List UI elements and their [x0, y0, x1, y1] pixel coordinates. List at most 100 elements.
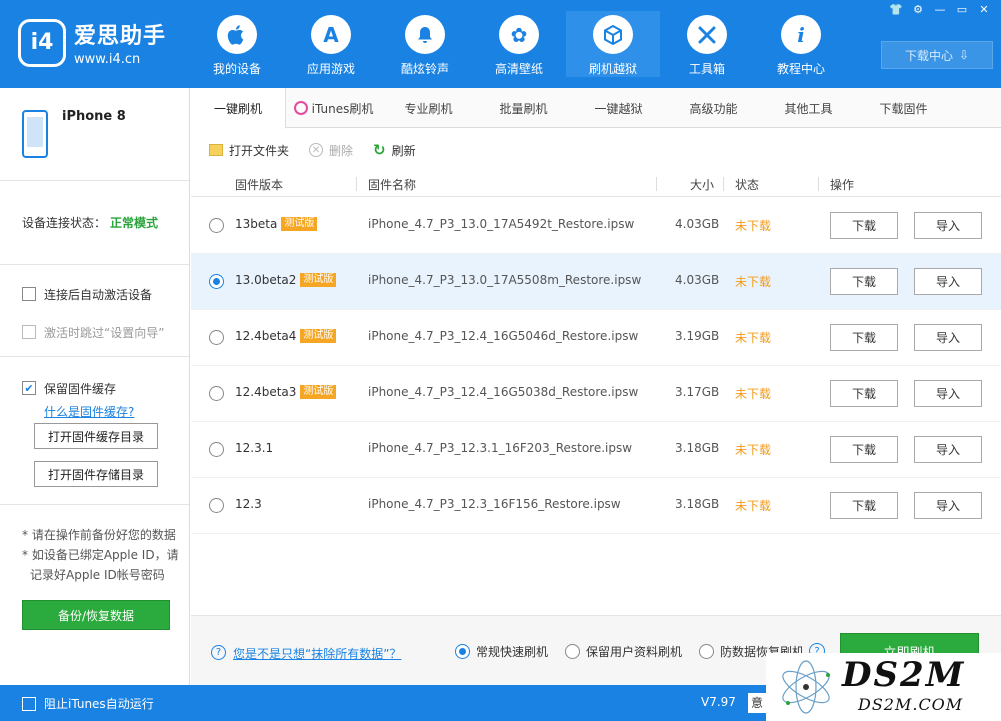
skin-icon[interactable]: 👕: [887, 2, 905, 18]
import-button[interactable]: 导入: [914, 492, 982, 519]
skip-setup-checkbox[interactable]: [22, 325, 36, 339]
nav-wallpapers[interactable]: ✿ 高清壁纸: [472, 11, 566, 77]
nav-toolbox[interactable]: 工具箱: [660, 11, 754, 77]
header-version: 固件版本: [235, 178, 284, 192]
delete-icon: ✕: [309, 143, 324, 157]
header: i4 爱思助手 www.i4.cn 我的设备 A 应用游戏 酷炫铃声 ✿ 高清壁…: [0, 0, 1001, 88]
import-button[interactable]: 导入: [914, 380, 982, 407]
app-url: www.i4.cn: [74, 52, 141, 67]
download-button[interactable]: 下载: [830, 268, 898, 295]
skip-setup-option[interactable]: 激活时跳过“设置向导”: [22, 319, 189, 345]
main-panel: 一键刷机 iTunes刷机 专业刷机 批量刷机 一键越狱 高级功能 其他工具 下…: [191, 88, 1001, 685]
table-row[interactable]: 12.4beta3 测试版 iPhone_4.7_P3_12.4_16G5038d_…: [191, 366, 1001, 422]
feedback-button[interactable]: 意: [748, 693, 766, 713]
table-row[interactable]: 13.0beta2 测试版 iPhone_4.7_P3_13.0_17A5508m_…: [191, 254, 1001, 310]
firmware-size: 3.19GB: [675, 329, 720, 343]
close-icon[interactable]: ✕: [975, 2, 993, 18]
app-name: 爱思助手: [74, 24, 167, 49]
firmware-radio[interactable]: [209, 498, 224, 513]
download-center-button[interactable]: 下载中心 ⇩: [881, 41, 993, 69]
main-nav: 我的设备 A 应用游戏 酷炫铃声 ✿ 高清壁纸 刷机越狱 工具箱 i 教程中心: [190, 11, 848, 77]
keep-cache-option[interactable]: ✔ 保留固件缓存: [22, 375, 189, 401]
activation-options: 连接后自动激活设备 激活时跳过“设置向导”: [0, 265, 189, 357]
mode-quick-radio[interactable]: [455, 644, 470, 659]
app-logo: i4 爱思助手 www.i4.cn: [18, 18, 166, 67]
tab-one-click-jailbreak[interactable]: 一键越狱: [571, 88, 666, 128]
maximize-icon[interactable]: ▭: [953, 2, 971, 18]
firmware-status: 未下载: [735, 499, 772, 513]
tab-one-click-flash[interactable]: 一键刷机: [191, 88, 286, 129]
tab-other-tools[interactable]: 其他工具: [761, 88, 856, 128]
app-store-icon: A: [311, 15, 351, 54]
nav-flash-jailbreak[interactable]: 刷机越狱: [566, 11, 660, 77]
mode-quick-flash[interactable]: 常规快速刷机: [455, 643, 548, 660]
table-row[interactable]: 13beta 测试版 iPhone_4.7_P3_13.0_17A5492t_Res…: [191, 198, 1001, 254]
minimize-icon[interactable]: —: [931, 2, 949, 18]
firmware-cache-section: ✔ 保留固件缓存 什么是固件缓存? 打开固件缓存目录 打开固件存储目录: [0, 357, 189, 505]
download-button[interactable]: 下载: [830, 212, 898, 239]
firmware-status: 未下载: [735, 219, 772, 233]
firmware-name: iPhone_4.7_P3_12.4_16G5046d_Restore.ipsw: [368, 329, 639, 343]
import-button[interactable]: 导入: [914, 268, 982, 295]
atom-logo-icon: [782, 660, 830, 714]
open-store-dir-button[interactable]: 打开固件存储目录: [34, 461, 158, 487]
phone-icon: [22, 110, 48, 158]
tab-batch-flash[interactable]: 批量刷机: [476, 88, 571, 128]
block-itunes-checkbox[interactable]: [22, 696, 36, 711]
nav-my-device[interactable]: 我的设备: [190, 11, 284, 77]
firmware-version: 12.3.1: [235, 441, 274, 455]
firmware-radio[interactable]: [209, 386, 224, 401]
open-cache-dir-button[interactable]: 打开固件缓存目录: [34, 423, 158, 449]
firmware-version: 12.4beta4 测试版: [235, 329, 337, 343]
download-button[interactable]: 下载: [830, 492, 898, 519]
block-itunes-option[interactable]: 阻止iTunes自动运行: [22, 695, 154, 712]
keep-cache-checkbox[interactable]: ✔: [22, 381, 36, 395]
firmware-size: 4.03GB: [675, 273, 720, 287]
flower-icon: ✿: [499, 15, 539, 54]
refresh-button[interactable]: ↻ 刷新: [373, 141, 416, 159]
firmware-radio[interactable]: [209, 218, 224, 233]
open-folder-button[interactable]: 打开文件夹: [209, 142, 289, 159]
firmware-size: 3.18GB: [675, 497, 720, 511]
table-row[interactable]: 12.4beta4 测试版 iPhone_4.7_P3_12.4_16G5046d_…: [191, 310, 1001, 366]
mode-anti-recovery-radio[interactable]: [699, 644, 714, 659]
nav-apps-games[interactable]: A 应用游戏: [284, 11, 378, 77]
auto-activate-checkbox[interactable]: [22, 287, 36, 301]
mode-keep-data-flash[interactable]: 保留用户资料刷机: [565, 643, 682, 660]
tab-itunes-flash[interactable]: iTunes刷机: [286, 88, 381, 128]
firmware-radio[interactable]: [209, 442, 224, 457]
firmware-radio[interactable]: [209, 330, 224, 345]
beta-badge: 测试版: [281, 217, 318, 231]
import-button[interactable]: 导入: [914, 324, 982, 351]
erase-all-data-link[interactable]: 您是不是只想“抹除所有数据”？: [233, 645, 401, 662]
app-version: V7.97: [701, 695, 736, 709]
import-button[interactable]: 导入: [914, 212, 982, 239]
settings-icon[interactable]: ⚙: [909, 2, 927, 18]
import-button[interactable]: 导入: [914, 436, 982, 463]
window-controls: 👕 ⚙ — ▭ ✕: [887, 2, 993, 18]
tab-pro-flash[interactable]: 专业刷机: [381, 88, 476, 128]
beta-badge: 测试版: [300, 273, 337, 287]
info-icon: i: [781, 15, 821, 54]
nav-tutorials[interactable]: i 教程中心: [754, 11, 848, 77]
firmware-version: 12.4beta3 测试版: [235, 385, 337, 399]
download-button[interactable]: 下载: [830, 380, 898, 407]
backup-restore-button[interactable]: 备份/恢复数据: [22, 600, 170, 630]
watermark: DS2M DS2M.COM: [766, 653, 1001, 721]
nav-ringtones[interactable]: 酷炫铃声: [378, 11, 472, 77]
header-status: 状态: [735, 178, 760, 192]
tab-download-firmware[interactable]: 下载固件: [856, 88, 951, 128]
table-row[interactable]: 12.3.1 iPhone_4.7_P3_12.3.1_16F203_Restor…: [191, 422, 1001, 478]
header-size: 大小: [690, 178, 715, 192]
table-row[interactable]: 12.3 iPhone_4.7_P3_12.3_16F156_Restore.ip…: [191, 478, 1001, 534]
download-button[interactable]: 下载: [830, 436, 898, 463]
firmware-radio[interactable]: [209, 274, 224, 289]
what-is-cache-link[interactable]: 什么是固件缓存?: [44, 403, 189, 420]
firmware-name: iPhone_4.7_P3_13.0_17A5508m_Restore.ipsw: [368, 273, 642, 287]
backup-notes: * 请在操作前备份好您的数据 * 如设备已绑定Apple ID，请 记录好App…: [22, 528, 179, 582]
auto-activate-option[interactable]: 连接后自动激活设备: [22, 281, 189, 307]
download-button[interactable]: 下载: [830, 324, 898, 351]
delete-button[interactable]: ✕ 删除: [309, 142, 353, 159]
tab-advanced[interactable]: 高级功能: [666, 88, 761, 128]
mode-keep-data-radio[interactable]: [565, 644, 580, 659]
